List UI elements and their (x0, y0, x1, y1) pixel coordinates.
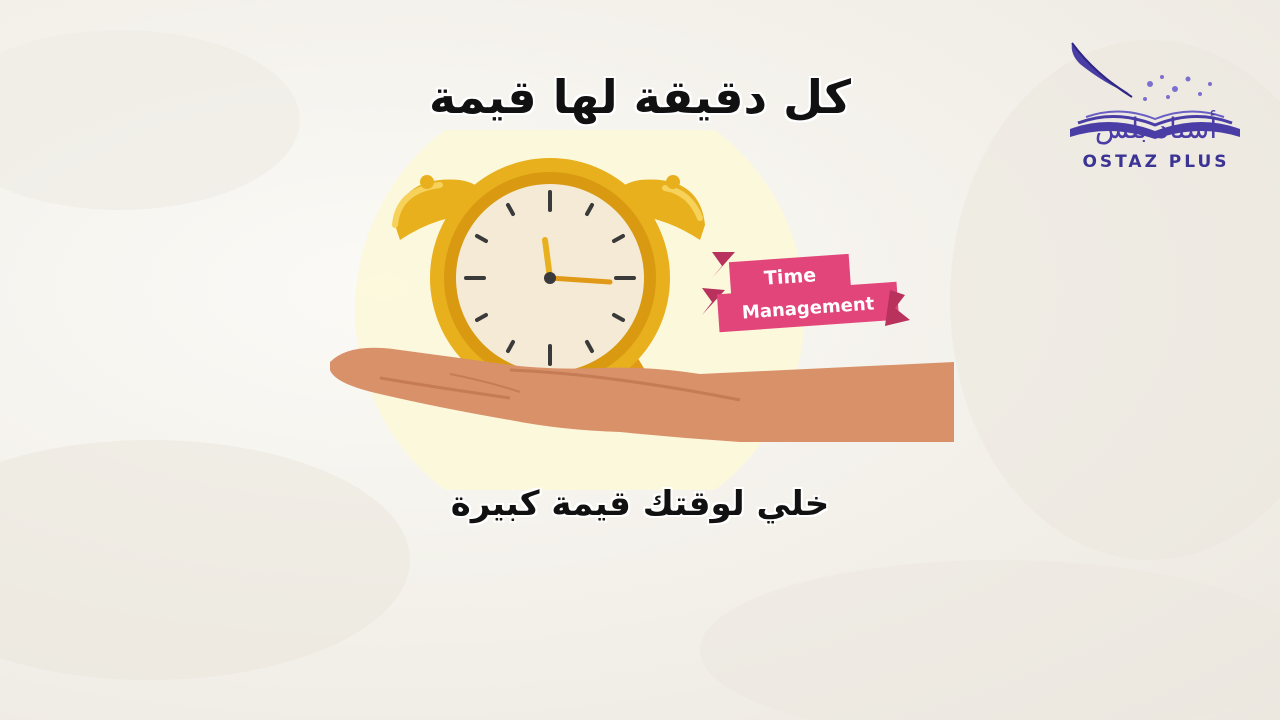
logo-english-text: OSTAZ PLUS (1082, 152, 1230, 172)
logo-arabic-text: أستاذ بلس (1094, 112, 1218, 145)
time-management-banner: Time Management (702, 252, 910, 333)
subline-text: خلي لوقتك قيمة كبيرة (450, 484, 830, 524)
open-book-quill-icon (1070, 42, 1240, 139)
alarm-clock-on-hand-icon: Time Management (330, 130, 954, 490)
banner-line1: Time (763, 264, 817, 290)
